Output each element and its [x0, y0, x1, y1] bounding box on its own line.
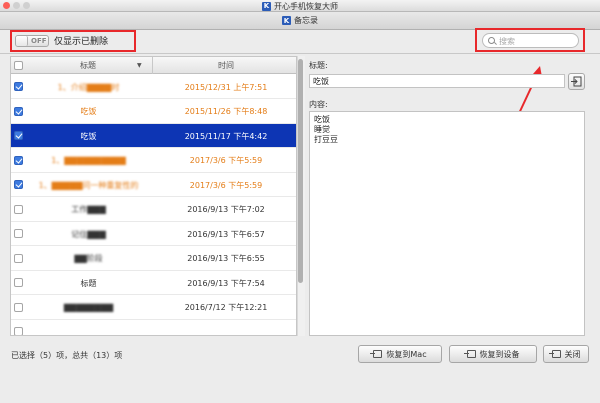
row-time: 2016/7/12 下午12:21: [184, 303, 268, 312]
col-time-header[interactable]: 时间: [154, 57, 296, 74]
row-time: 2016/9/13 下午7:54: [187, 278, 265, 288]
table-row[interactable]: 吃饭 2015/11/17 下午4:42: [11, 124, 296, 148]
row-title: ▇▇阶段: [74, 254, 103, 263]
col-time-label: 时间: [218, 61, 234, 70]
row-time: 2015/11/26 下午8:48: [184, 107, 268, 116]
row-title: ▇▇▇▇▇▇▇▇: [63, 303, 114, 312]
row-time: [154, 320, 296, 335]
table-scrollbar-thumb[interactable]: [298, 59, 303, 283]
content-line: 打豆豆: [314, 135, 338, 144]
row-checkbox[interactable]: [14, 253, 23, 263]
restore-to-mac-label: 恢复到Mac: [386, 349, 427, 359]
restore-to-device-button[interactable]: 恢复到设备: [449, 345, 537, 363]
table-row[interactable]: 吃饭 2015/11/26 下午8:48: [11, 99, 296, 124]
content-line: 吃饭: [314, 115, 330, 124]
row-checkbox[interactable]: [14, 155, 23, 165]
row-title: [24, 320, 153, 335]
row-title: 1、▇▇▇▇▇▇▇▇▇▇: [51, 156, 126, 165]
row-time: 2016/9/13 下午6:57: [187, 229, 265, 239]
row-time: 2015/12/31 上午7:51: [184, 82, 268, 92]
row-checkbox[interactable]: [14, 327, 23, 335]
notes-table: 标题 ▼ 时间 1、介绍▇▇▇▇时 2015/12/31 上午7:51 吃饭 2015…: [10, 56, 297, 336]
row-time: 2016/9/13 下午6:55: [187, 254, 265, 263]
table-row[interactable]: 标题 2016/9/13 下午7:54: [11, 271, 296, 295]
row-checkbox[interactable]: [14, 204, 23, 214]
row-checkbox[interactable]: [14, 106, 23, 116]
import-icon: [571, 76, 582, 87]
title-field[interactable]: 吃饭: [309, 74, 565, 88]
restore-device-icon: [463, 350, 476, 358]
col-title-label: 标题: [80, 61, 96, 70]
title-label: 标题:: [309, 61, 328, 70]
table-row[interactable]: ▇▇阶段 2016/9/13 下午6:55: [11, 246, 296, 271]
select-all-checkbox[interactable]: [14, 61, 23, 70]
table-row[interactable]: ▇▇▇▇▇▇▇▇ 2016/7/12 下午12:21: [11, 295, 296, 320]
restore-mac-icon: [370, 350, 383, 358]
table-row[interactable]: [11, 320, 296, 335]
row-time: 2017/3/6 下午5:59: [189, 156, 263, 165]
close-button[interactable]: 关闭: [543, 345, 589, 363]
row-title: 吃饭: [80, 131, 97, 141]
row-time: 2015/11/17 下午4:42: [184, 131, 268, 141]
selection-status: 已选择（5）项，总共（13）项: [11, 351, 123, 360]
close-icon: [548, 350, 561, 358]
table-row[interactable]: 1、介绍▇▇▇▇时 2015/12/31 上午7:51: [11, 75, 296, 99]
row-time: 2017/3/6 下午5:59: [189, 180, 263, 190]
sort-down-icon[interactable]: ▼: [137, 62, 142, 69]
restore-to-mac-button[interactable]: 恢复到Mac: [358, 345, 442, 363]
row-title: 1、介绍▇▇▇▇时: [57, 82, 120, 92]
row-checkbox[interactable]: [14, 229, 23, 238]
row-checkbox[interactable]: [14, 302, 23, 312]
row-checkbox[interactable]: [14, 278, 23, 287]
row-title: 标题: [80, 278, 97, 288]
content-label: 内容:: [309, 100, 328, 109]
row-time: 2016/9/13 下午7:02: [187, 205, 265, 214]
col-title-header[interactable]: 标题: [24, 57, 153, 74]
table-row[interactable]: 记住▇▇▇ 2016/9/13 下午6:57: [11, 222, 296, 246]
row-checkbox[interactable]: [14, 131, 23, 140]
row-checkbox[interactable]: [14, 82, 23, 91]
restore-to-device-label: 恢复到设备: [479, 349, 520, 359]
row-title: 吃饭: [80, 107, 97, 116]
import-title-button[interactable]: [568, 73, 585, 90]
content-area[interactable]: 吃饭 睡觉 打豆豆: [309, 111, 585, 336]
row-checkbox[interactable]: [14, 180, 23, 189]
row-title: 工作▇▇▇: [71, 205, 106, 214]
table-row[interactable]: 1、▇▇▇▇▇问一种重复性的 2017/3/6 下午5:59: [11, 173, 296, 197]
table-row[interactable]: 工作▇▇▇ 2016/9/13 下午7:02: [11, 197, 296, 222]
table-row[interactable]: 1、▇▇▇▇▇▇▇▇▇▇ 2017/3/6 下午5:59: [11, 148, 296, 173]
content-line: 睡觉: [314, 125, 330, 134]
row-title: 记住▇▇▇: [71, 229, 106, 239]
table-header: 标题 ▼ 时间: [11, 57, 296, 74]
row-title: 1、▇▇▇▇▇问一种重复性的: [38, 180, 139, 190]
close-label: 关闭: [564, 349, 581, 359]
